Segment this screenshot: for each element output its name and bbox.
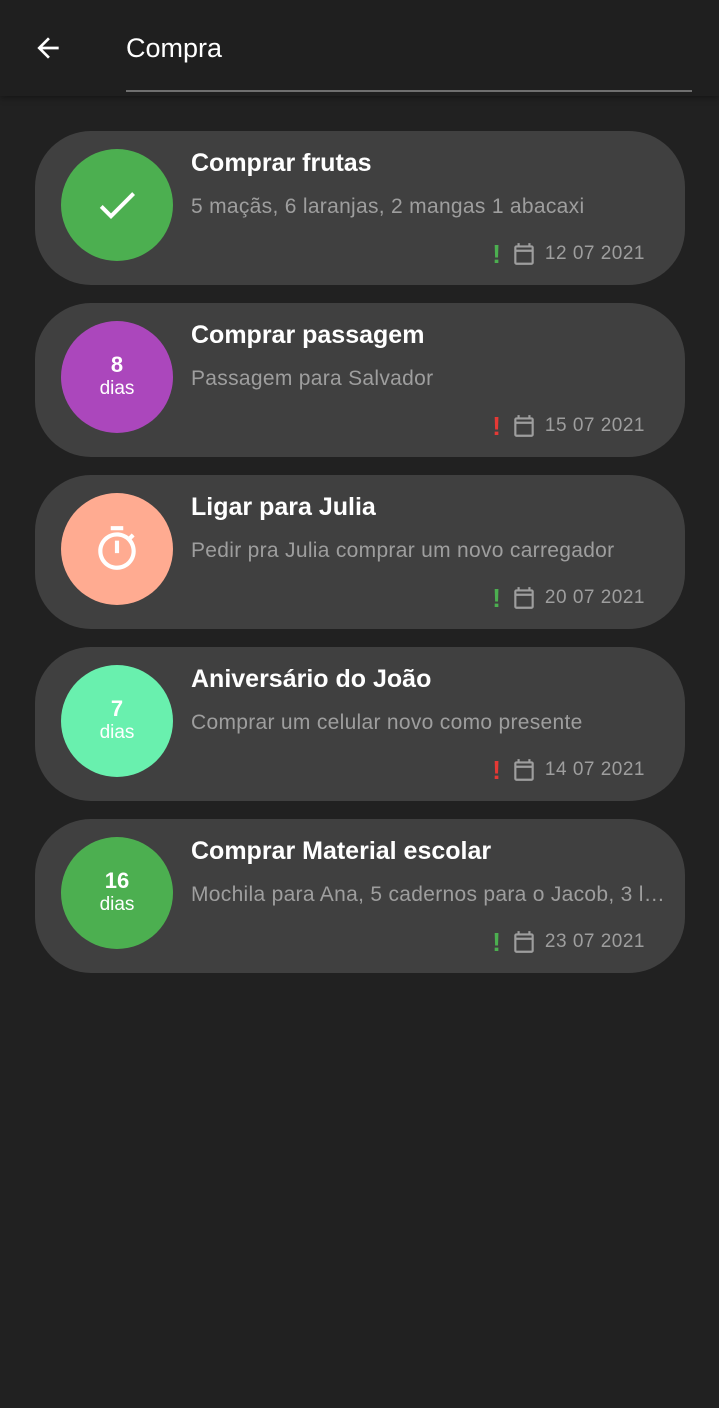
search-input[interactable] (126, 28, 686, 68)
task-date: 23 07 2021 (544, 931, 645, 952)
priority-indicator: ! (492, 239, 501, 269)
task-date: 15 07 2021 (544, 415, 645, 436)
task-list: Comprar frutas 5 maçãs, 6 laranjas, 2 ma… (35, 131, 685, 991)
priority-indicator: ! (492, 583, 501, 613)
task-description: Pedir pra Julia comprar um novo carregad… (191, 539, 615, 562)
task-title: Comprar Material escolar (191, 837, 492, 865)
check-icon (99, 192, 135, 219)
back-button[interactable] (22, 22, 74, 74)
task-status-avatar (61, 493, 173, 605)
task-meta: ! 14 07 2021 (492, 757, 645, 783)
days-remaining-number: 16 (104, 868, 130, 893)
priority-indicator: ! (492, 411, 501, 441)
task-card[interactable]: 16 dias Comprar Material escolar Mochila… (35, 819, 685, 973)
search-field (126, 20, 692, 92)
priority-indicator: ! (492, 755, 501, 785)
days-remaining-unit: dias (99, 722, 135, 743)
task-date: 20 07 2021 (544, 587, 645, 608)
task-description: Comprar um celular novo como presente (191, 711, 583, 734)
calendar-icon (511, 757, 537, 783)
priority-indicator: ! (492, 927, 501, 957)
task-status-avatar (61, 149, 173, 261)
task-card[interactable]: Ligar para Julia Pedir pra Julia comprar… (35, 475, 685, 629)
calendar-icon (511, 585, 537, 611)
days-remaining-unit: dias (99, 894, 135, 915)
app-bar (0, 0, 719, 96)
task-title: Aniversário do João (191, 665, 432, 693)
calendar-icon (511, 929, 537, 955)
task-status-avatar: 7 dias (61, 665, 173, 777)
task-date: 14 07 2021 (544, 759, 645, 780)
task-description: Mochila para Ana, 5 cadernos para o Jaco… (191, 883, 665, 906)
task-title: Ligar para Julia (191, 493, 376, 521)
task-description: Passagem para Salvador (191, 367, 434, 390)
arrow-left-icon (37, 37, 59, 59)
task-card[interactable]: Comprar frutas 5 maçãs, 6 laranjas, 2 ma… (35, 131, 685, 285)
task-status-avatar: 16 dias (61, 837, 173, 949)
task-meta: ! 12 07 2021 (492, 241, 645, 267)
days-remaining-number: 8 (110, 352, 124, 377)
task-status-avatar: 8 dias (61, 321, 173, 433)
task-card[interactable]: 7 dias Aniversário do João Comprar um ce… (35, 647, 685, 801)
task-title: Comprar passagem (191, 321, 425, 349)
timer-icon (98, 526, 136, 570)
task-card[interactable]: 8 dias Comprar passagem Passagem para Sa… (35, 303, 685, 457)
task-meta: ! 23 07 2021 (492, 929, 645, 955)
calendar-icon (511, 413, 537, 439)
task-meta: ! 15 07 2021 (492, 413, 645, 439)
calendar-icon (511, 241, 537, 267)
days-remaining-number: 7 (110, 696, 124, 721)
task-title: Comprar frutas (191, 149, 372, 177)
days-remaining-unit: dias (99, 378, 135, 399)
task-meta: ! 20 07 2021 (492, 585, 645, 611)
task-date: 12 07 2021 (544, 243, 645, 264)
task-description: 5 maçãs, 6 laranjas, 2 mangas 1 abacaxi (191, 195, 585, 218)
